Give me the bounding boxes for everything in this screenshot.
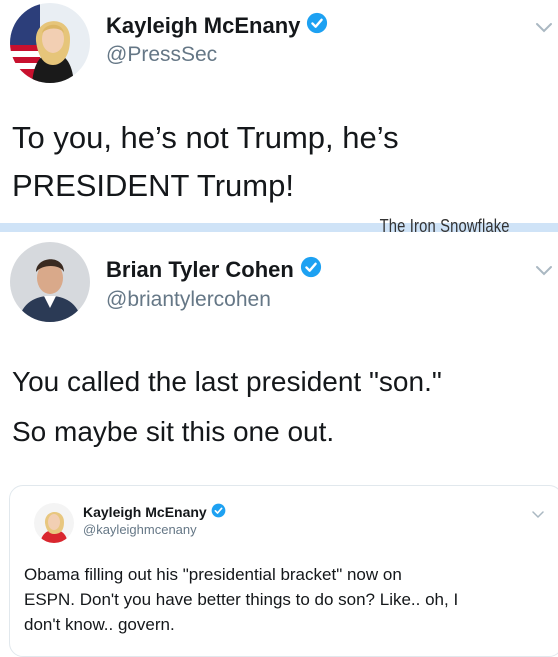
quoted-tweet[interactable]: Kayleigh McEnany @kayleighmcenany Obama … xyxy=(9,485,558,657)
quoted-author-handle[interactable]: @kayleighmcenany xyxy=(83,522,197,537)
author-handle[interactable]: @briantylercohen xyxy=(106,288,271,312)
tweet-text-line: So maybe sit this one out. xyxy=(12,416,335,447)
tweet-text-line: You called the last president "son." xyxy=(12,366,442,397)
verified-badge-icon xyxy=(300,256,322,284)
author-name-text: Kayleigh McEnany xyxy=(106,13,301,38)
avatar[interactable] xyxy=(10,3,90,83)
author-name[interactable]: Kayleigh McEnany xyxy=(106,12,328,40)
quoted-text-line: Obama filling out his "presidential brac… xyxy=(24,565,402,584)
quoted-text-line: don't know.. govern. xyxy=(24,615,175,634)
quoted-author-name[interactable]: Kayleigh McEnany xyxy=(83,503,226,521)
verified-badge-icon xyxy=(306,12,328,40)
author-handle[interactable]: @PressSec xyxy=(106,43,217,67)
tweet-text-line: PRESIDENT Trump! xyxy=(12,168,294,203)
avatar-image xyxy=(10,3,90,83)
quoted-text-line: ESPN. Don't you have better things to do… xyxy=(24,590,459,609)
chevron-down-icon[interactable] xyxy=(535,21,553,39)
tweet-presssec[interactable]: Kayleigh McEnany @PressSec To you, he’s … xyxy=(0,0,558,222)
author-name[interactable]: Brian Tyler Cohen xyxy=(106,256,322,284)
avatar[interactable] xyxy=(34,503,74,543)
avatar[interactable] xyxy=(10,242,90,322)
verified-badge-icon xyxy=(211,503,226,521)
avatar-image xyxy=(10,242,90,322)
tweet-text-line: To you, he’s not Trump, he’s xyxy=(12,120,399,155)
chevron-down-icon[interactable] xyxy=(532,506,544,524)
quoted-author-name-text: Kayleigh McEnany xyxy=(83,504,207,520)
author-name-text: Brian Tyler Cohen xyxy=(106,257,294,282)
chevron-down-icon[interactable] xyxy=(535,264,553,282)
avatar-image xyxy=(34,503,74,543)
